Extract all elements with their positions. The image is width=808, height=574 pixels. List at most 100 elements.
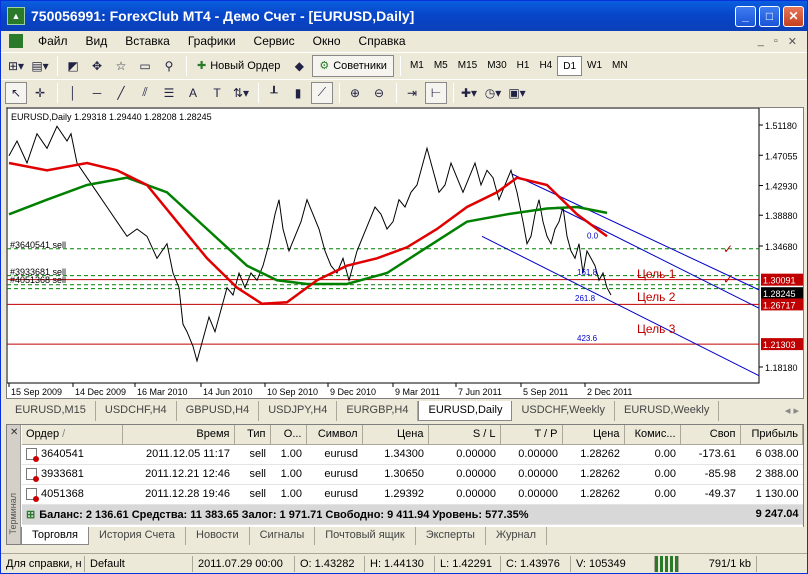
tf-h4[interactable]: H4 — [534, 56, 557, 76]
horizontal-line-icon[interactable]: ─ — [86, 82, 108, 104]
table-row[interactable]: 4051368 2011.12.28 19:46 sell 1.00 eurus… — [22, 484, 803, 505]
col-price[interactable]: Цена — [362, 425, 429, 445]
minimize-button[interactable]: _ — [735, 5, 756, 27]
fibonacci-icon[interactable]: ☰ — [158, 82, 180, 104]
price-axis-label: 1.47055 — [765, 151, 798, 161]
col-current-price[interactable]: Цена — [562, 425, 625, 445]
tf-d1[interactable]: D1 — [557, 55, 583, 76]
order-time: 2011.12.21 12:46 — [122, 464, 234, 485]
tab-history[interactable]: История Счета — [89, 527, 187, 545]
maximize-button[interactable]: □ — [759, 5, 780, 27]
chart-window-icon[interactable] — [9, 34, 23, 48]
favorites-icon[interactable]: ☆ — [110, 55, 132, 77]
checkmark-icon: ✓ — [723, 273, 733, 287]
new-chart-icon[interactable]: ⊞▾ — [5, 55, 27, 77]
tf-w1[interactable]: W1 — [582, 56, 607, 76]
market-watch-icon[interactable]: ◩ — [62, 55, 84, 77]
tab-experts[interactable]: Эксперты — [416, 527, 486, 545]
col-sl[interactable]: S / L — [428, 425, 501, 445]
menu-help[interactable]: Справка — [350, 34, 415, 48]
new-order-label: Новый Ордер — [210, 59, 281, 72]
autoscroll-icon[interactable]: ⇥ — [401, 82, 423, 104]
chart-tab[interactable]: EURUSD,M15 — [6, 401, 96, 421]
tf-m5[interactable]: M5 — [429, 56, 453, 76]
chart-tab[interactable]: USDJPY,H4 — [259, 401, 338, 421]
tf-m1[interactable]: M1 — [405, 56, 429, 76]
chart-window[interactable]: 1.51180 1.47055 1.42930 1.38880 1.34680 1.300… — [6, 107, 804, 399]
tab-trade[interactable]: Торговля — [21, 527, 89, 545]
col-order[interactable]: Ордер / — [22, 425, 123, 445]
arrows-icon[interactable]: ⇅▾ — [230, 82, 252, 104]
trendline-icon[interactable]: ╱ — [110, 82, 132, 104]
templates-icon[interactable]: ▣▾ — [506, 82, 528, 104]
col-type[interactable]: Тип — [234, 425, 271, 445]
menu-view[interactable]: Вид — [77, 34, 117, 48]
mdi-minimize-button[interactable]: _ — [758, 35, 764, 48]
mdi-restore-button[interactable]: ▫ — [774, 35, 778, 48]
candles-icon[interactable]: ▮ — [287, 82, 309, 104]
chart-tab[interactable]: USDCHF,H4 — [96, 401, 177, 421]
zoom-in-icon[interactable]: ⊕ — [344, 82, 366, 104]
col-volume[interactable]: О... — [270, 425, 307, 445]
status-close: C: 1.43976 — [501, 555, 571, 572]
chart-shift-icon[interactable]: ⊢ — [425, 81, 447, 104]
vertical-line-icon[interactable]: │ — [62, 82, 84, 104]
menu-window[interactable]: Окно — [304, 34, 350, 48]
tf-m15[interactable]: M15 — [453, 56, 482, 76]
crosshair-icon[interactable]: ✛ — [29, 82, 51, 104]
chart-tab[interactable]: USDCHF,Weekly — [512, 401, 615, 421]
line-chart-icon[interactable]: ⟋ — [311, 81, 333, 104]
tab-journal[interactable]: Журнал — [486, 527, 548, 545]
tab-news[interactable]: Новости — [186, 527, 250, 545]
order-label: #4051368 sell — [10, 275, 66, 285]
tf-m30[interactable]: M30 — [482, 56, 511, 76]
new-order-button[interactable]: ✚ Новый Ордер — [191, 55, 286, 77]
order-label: #3640541 sell — [10, 240, 66, 250]
price-chart[interactable]: 1.51180 1.47055 1.42930 1.38880 1.34680 1.300… — [6, 107, 803, 398]
chart-tab[interactable]: GBPUSD,H4 — [177, 401, 260, 421]
tab-scroll-arrows[interactable]: ◂ ▸ — [780, 401, 804, 421]
tab-signals[interactable]: Сигналы — [250, 527, 316, 545]
col-commission[interactable]: Комис... — [624, 425, 681, 445]
equidistant-channel-icon[interactable]: ⫽ — [134, 82, 156, 104]
price-axis-label: 1.42930 — [765, 182, 798, 192]
menu-charts[interactable]: Графики — [179, 34, 245, 48]
col-profit[interactable]: Прибыль — [740, 425, 803, 445]
menu-tools[interactable]: Сервис — [245, 34, 304, 48]
tf-h1[interactable]: H1 — [512, 56, 535, 76]
cursor-icon[interactable]: ↖ — [5, 81, 27, 104]
date-axis-label: 14 Dec 2009 — [75, 387, 126, 397]
close-button[interactable]: ✕ — [783, 5, 804, 27]
status-bar: Для справки, н Default 2011.07.29 00:00 … — [1, 553, 807, 573]
col-symbol[interactable]: Символ — [306, 425, 363, 445]
drawing-toolbar: ↖ ✛ │ ─ ╱ ⫽ ☰ A T ⇅▾ ┸ ▮ ⟋ ⊕ ⊖ ⇥ ⊢ ✚▾ ◷▾… — [1, 79, 807, 105]
advisors-button[interactable]: ⚙ Советники — [312, 54, 394, 77]
mdi-close-button[interactable]: ✕ — [788, 35, 797, 48]
text-label-icon[interactable]: T — [206, 82, 228, 104]
terminal-icon[interactable]: ▭ — [134, 55, 156, 77]
profiles-icon[interactable]: ▤▾ — [29, 55, 51, 77]
tester-icon[interactable]: ⚲ — [158, 55, 180, 77]
text-tool-icon[interactable]: A — [182, 82, 204, 104]
menu-file[interactable]: Файл — [29, 34, 77, 48]
close-icon[interactable]: ✕ — [10, 427, 18, 438]
chart-tab[interactable]: EURUSD,Weekly — [615, 401, 720, 421]
bar-chart-icon[interactable]: ┸ — [263, 82, 285, 104]
chart-tab[interactable]: EURGBP,H4 — [337, 401, 419, 421]
metaeditor-icon[interactable]: ◆ — [288, 55, 310, 77]
col-time[interactable]: Время — [122, 425, 235, 445]
navigator-icon[interactable]: ✥ — [86, 55, 108, 77]
zoom-out-icon[interactable]: ⊖ — [368, 82, 390, 104]
menu-insert[interactable]: Вставка — [116, 34, 179, 48]
col-swap[interactable]: Своп — [680, 425, 741, 445]
tf-mn[interactable]: MN — [607, 56, 633, 76]
order-volume: 1.00 — [270, 444, 306, 465]
table-row[interactable]: 3933681 2011.12.21 12:46 sell 1.00 eurus… — [22, 464, 803, 485]
indicators-icon[interactable]: ✚▾ — [458, 82, 480, 104]
status-high: H: 1.44130 — [365, 555, 435, 572]
col-tp[interactable]: T / P — [500, 425, 563, 445]
periods-icon[interactable]: ◷▾ — [482, 82, 504, 104]
table-row[interactable]: 3640541 2011.12.05 11:17 sell 1.00 eurus… — [22, 444, 803, 465]
chart-tab-active[interactable]: EURUSD,Daily — [418, 401, 513, 421]
tab-mailbox[interactable]: Почтовый ящик — [315, 527, 416, 545]
